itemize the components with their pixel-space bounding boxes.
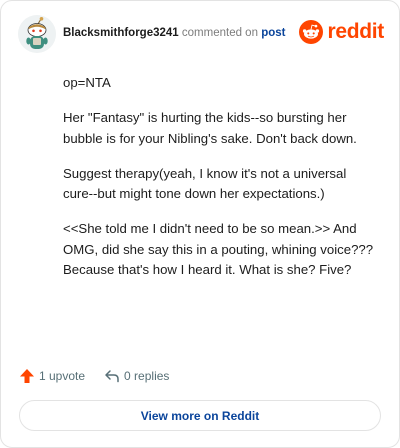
comment-paragraph: <<She told me I didn't need to be so mea… — [63, 221, 374, 278]
comment-header: Blacksmithforge3241 commented on post re… — [18, 15, 384, 53]
comment-actions: 1 upvote 0 replies — [19, 367, 169, 385]
upvote-arrow-icon — [20, 369, 34, 383]
reddit-brand[interactable]: reddit — [299, 18, 384, 46]
comment-body: op=NTA Her "Fantasy" is hurting the kids… — [63, 73, 375, 295]
replies-button[interactable]: 0 replies — [104, 368, 169, 384]
comment-paragraph: op=NTA — [63, 75, 111, 90]
snoo-avatar-icon — [18, 15, 56, 53]
reddit-wordmark: reddit — [327, 20, 384, 43]
upvote-count: 1 upvote — [39, 369, 86, 383]
comment-paragraph: Her "Fantasy" is hurting the kids--so bu… — [63, 110, 357, 146]
comment-paragraph: Suggest therapy(yeah, I know it's not a … — [63, 165, 347, 202]
commented-on-text: commented on — [181, 27, 258, 39]
reply-arrow-icon — [105, 370, 119, 383]
view-more-button[interactable]: View more on Reddit — [19, 400, 381, 431]
post-link[interactable]: post — [261, 27, 285, 39]
author-name[interactable]: Blacksmithforge3241 — [63, 27, 179, 39]
reply-count: 0 replies — [124, 369, 170, 383]
avatar[interactable] — [18, 15, 56, 53]
reddit-logo-icon — [299, 20, 324, 44]
comment-embed-card: Blacksmithforge3241 commented on post re… — [0, 0, 400, 448]
author-line: Blacksmithforge3241 commented on post — [63, 26, 285, 40]
upvote-button[interactable]: 1 upvote — [19, 368, 85, 384]
